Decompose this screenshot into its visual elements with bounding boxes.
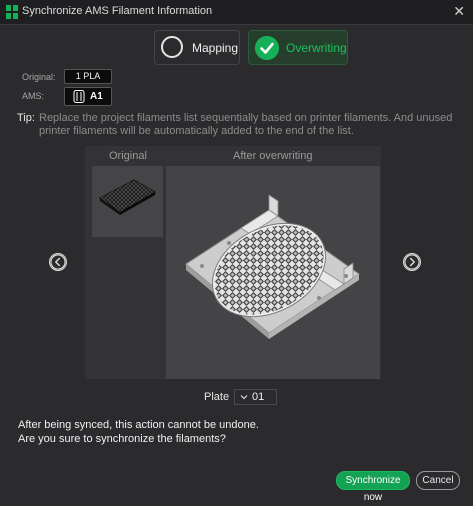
close-icon[interactable]: ✕	[453, 3, 465, 20]
synchronize-now-button[interactable]: Synchronize now	[336, 471, 410, 503]
ams-label: AMS:	[22, 91, 45, 101]
original-column-header: Original	[109, 150, 147, 162]
original-thumbnail	[92, 166, 163, 237]
overwriting-label: Overwriting	[286, 41, 347, 55]
previous-plate-button[interactable]	[49, 253, 67, 271]
overwriting-mode-button[interactable]: Overwriting	[248, 30, 348, 65]
mapping-label: Mapping	[192, 41, 239, 55]
tip-label: Tip:	[17, 112, 35, 124]
window-title: Synchronize AMS Filament Information	[22, 5, 213, 17]
original-filament-chip: 1 PLA	[64, 69, 112, 84]
chevron-down-icon	[240, 395, 248, 400]
plate-dropdown[interactable]: 01	[234, 389, 277, 405]
mapping-mode-button[interactable]: Mapping	[154, 30, 240, 65]
warning-line-1: After being synced, this action cannot b…	[18, 419, 259, 431]
plate-value: 01	[252, 391, 265, 403]
after-column-header: After overwriting	[233, 150, 313, 162]
tip-text: Replace the project filaments list seque…	[39, 112, 453, 137]
original-plate-image	[99, 179, 157, 215]
ams-filament-chip: A1	[64, 87, 112, 106]
next-plate-button[interactable]	[403, 253, 421, 271]
after-overwriting-preview	[166, 166, 380, 379]
cancel-button[interactable]: Cancel	[416, 471, 460, 490]
app-icon	[6, 5, 18, 19]
original-label: Original:	[22, 72, 56, 82]
radio-unchecked-icon	[161, 36, 183, 58]
plate-label: Plate	[204, 391, 230, 403]
title-bar: Synchronize AMS Filament Information ✕	[0, 0, 473, 25]
check-circle-icon	[255, 36, 279, 60]
overwritten-plate-image	[185, 194, 360, 339]
warning-line-2: Are you sure to synchronize the filament…	[18, 433, 226, 445]
spool-icon	[73, 90, 85, 103]
ams-slot-label: A1	[90, 91, 103, 102]
